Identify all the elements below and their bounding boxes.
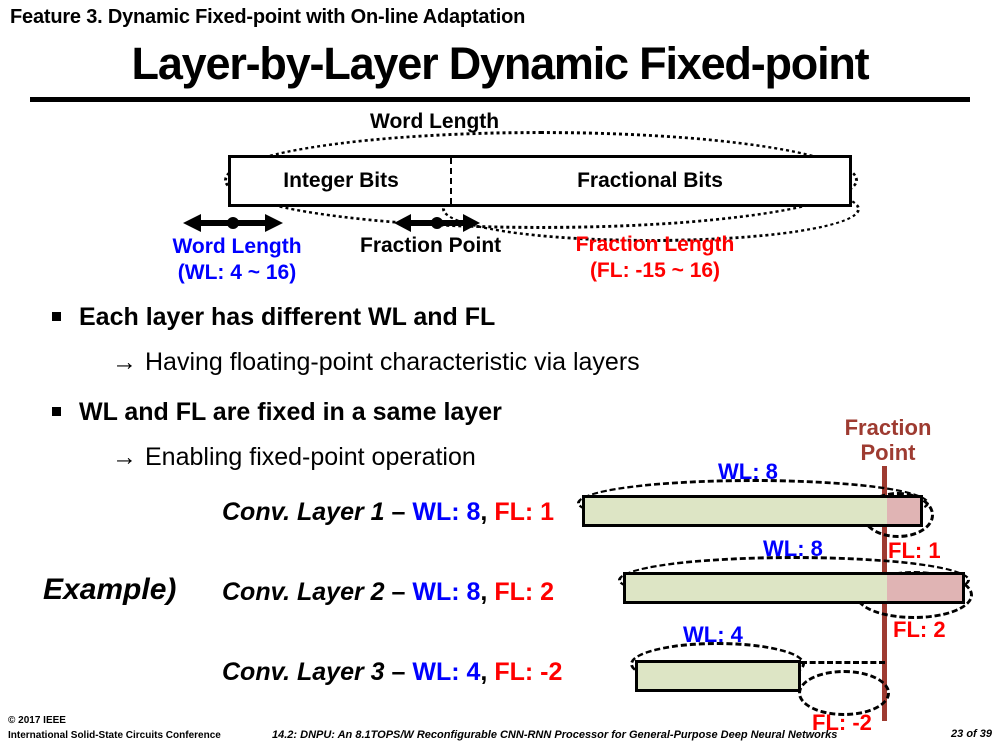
fraction-point-title-line1: Fraction: [844, 415, 932, 440]
bar-2-wl-label: WL: 8: [763, 536, 823, 561]
bar-3-wl-label: WL: 4: [683, 622, 743, 647]
fraction-length-legend-name: Fraction Length: [575, 233, 735, 256]
bullet-item-2: WL and FL are fixed in a same layer: [52, 398, 502, 427]
conv-layer-3-fl: FL: -2: [494, 658, 563, 686]
slide-root: Feature 3. Dynamic Fixed-point with On-l…: [0, 0, 1000, 750]
conv-layer-1-dash: –: [384, 498, 413, 526]
conv-layer-2-row: Conv. Layer 2 – WL: 8, FL: 2: [222, 578, 554, 607]
bar-1-fraction-segment: [887, 498, 920, 524]
bullet-item-1-label: Each layer has different WL and FL: [79, 303, 496, 331]
footer-copyright: © 2017 IEEE International Solid-State Ci…: [8, 714, 221, 743]
word-length-legend-range: (WL: 4 ~ 16): [177, 261, 297, 285]
conv-layer-2-fl: FL: 2: [494, 578, 555, 606]
fraction-point-title-line2: Point: [860, 439, 916, 465]
conv-layer-2-wl: WL: 8: [412, 578, 481, 606]
conv-layer-1-sep: ,: [480, 498, 495, 526]
fraction-point-title: Fraction Point: [818, 415, 958, 465]
bar-2-integer-segment: [626, 575, 887, 601]
fraction-point-double-arrow-icon: [394, 212, 480, 234]
conv-layer-3-sep: ,: [480, 658, 495, 686]
bullet-item-2-label: WL and FL are fixed in a same layer: [79, 398, 502, 426]
fraction-length-legend-range: (FL: -15 ~ 16): [589, 259, 721, 283]
conv-layer-3-wl: WL: 4: [412, 658, 481, 686]
conv-layer-3-name: Conv. Layer 3: [222, 658, 385, 686]
word-length-double-arrow-icon: [183, 212, 283, 234]
conv-layer-1-name: Conv. Layer 1: [222, 498, 385, 526]
word-format-box: Integer Bits Fractional Bits: [228, 155, 852, 207]
footer-copyright-line2: International Solid-State Circuits Confe…: [8, 729, 221, 741]
bar-1-wl-label: WL: 8: [718, 459, 778, 484]
word-length-legend-name: Word Length: [172, 235, 302, 258]
conv-layer-2-sep: ,: [480, 578, 495, 606]
bar-3: [635, 660, 801, 692]
bar-1-fl-label: FL: 1: [888, 538, 941, 563]
bar-2-fraction-segment: [887, 575, 962, 601]
footer-page-number: 23 of 39: [951, 728, 992, 740]
fraction-point-legend: Fraction Point: [360, 234, 502, 257]
footer-paper-title: 14.2: DNPU: An 8.1TOPS/W Reconfigurable …: [272, 729, 838, 741]
conv-layer-1-wl: WL: 8: [412, 498, 481, 526]
bar-2-fl-label: FL: 2: [893, 617, 946, 642]
word-length-legend: Word Length (WL: 4 ~ 16): [152, 234, 322, 287]
bullet-sub-1-label: Having floating-point characteristic via…: [145, 348, 640, 376]
bullet-sub-2: → Enabling fixed-point operation: [112, 443, 476, 472]
fraction-length-legend: Fraction Length (FL: -15 ~ 16): [545, 232, 765, 285]
bar-3-integer-segment: [638, 663, 798, 689]
bar-1-integer-segment: [585, 498, 887, 524]
conv-layer-1-row: Conv. Layer 1 – WL: 8, FL: 1: [222, 498, 554, 527]
bar-1: [582, 495, 923, 527]
conv-layer-2-dash: –: [384, 578, 413, 606]
example-label: Example): [43, 573, 177, 606]
bullet-item-1: Each layer has different WL and FL: [52, 303, 495, 332]
word-length-caption: Word Length: [370, 110, 500, 133]
feature-heading: Feature 3. Dynamic Fixed-point with On-l…: [10, 6, 526, 28]
bullet-square-icon: [52, 406, 61, 416]
page-title: Layer-by-Layer Dynamic Fixed-point: [131, 38, 870, 89]
right-arrow-icon: →: [112, 348, 137, 376]
bullet-sub-2-label: Enabling fixed-point operation: [145, 443, 476, 471]
fractional-bits-cell: Fractional Bits: [577, 169, 723, 192]
conv-layer-2-name: Conv. Layer 2: [222, 578, 385, 606]
conv-layer-1-fl: FL: 1: [494, 498, 555, 526]
bullet-sub-1: → Having floating-point characteristic vi…: [112, 348, 640, 377]
title-divider: [30, 97, 970, 102]
bar-3-gap-dashed-line: [801, 661, 885, 664]
right-arrow-icon: →: [112, 443, 137, 471]
bullet-square-icon: [52, 311, 61, 321]
footer-copyright-line1: © 2017 IEEE: [8, 715, 66, 726]
conv-layer-3-row: Conv. Layer 3 – WL: 4, FL: -2: [222, 658, 562, 687]
conv-layer-3-dash: –: [384, 658, 413, 686]
integer-bits-cell: Integer Bits: [283, 169, 399, 192]
bar-2: [623, 572, 965, 604]
